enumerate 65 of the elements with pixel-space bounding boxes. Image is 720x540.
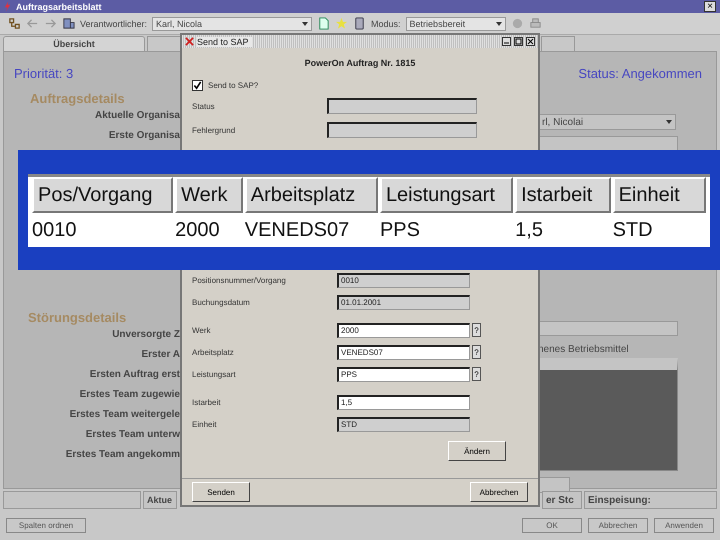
field-label: Erste Organisa [108, 129, 180, 143]
tab[interactable]: Übersicht [3, 36, 145, 51]
field-label: Istarbeit [192, 398, 222, 406]
field-label: Leistungsart [192, 370, 237, 378]
organisation-dropdown[interactable]: rl, Nicolai [538, 114, 676, 130]
status-text: Status: Angekommen [578, 66, 702, 81]
section-heading: Auftragsdetails [30, 91, 125, 106]
mode-dropdown[interactable]: Betriebsbereit [406, 16, 506, 30]
lookup-button[interactable]: ? [472, 367, 481, 381]
cancel-button[interactable]: Abbrechen [470, 482, 528, 502]
field-label: Buchungsdatum [192, 298, 251, 306]
field-label: Positionsnummer/Vorgang [192, 276, 287, 284]
table-cell-text: STD [612, 218, 654, 242]
input-field[interactable]: STD [337, 416, 470, 432]
send-button[interactable]: Senden [192, 482, 250, 502]
table-cell-text: 2000 [175, 218, 221, 242]
input-field[interactable]: 0010 [337, 272, 470, 288]
dialog-heading: PowerOn Auftrag Nr. 1815 [304, 58, 416, 68]
status-text: Aktue [143, 491, 177, 509]
table-cell-text: VENEDS07 [244, 218, 350, 242]
priority-text: Priorität: 3 [14, 66, 74, 81]
input-field[interactable]: 01.01.2001 [337, 294, 470, 310]
column-header[interactable]: Istarbeit [515, 177, 611, 213]
table-cell-text: PPS [380, 218, 421, 242]
status-text: er Stc [542, 491, 582, 509]
field-label: Aktuelle Organisa [94, 109, 180, 123]
dialog-title: Send to SAP [197, 36, 252, 46]
column-header[interactable]: Arbeitsplatz [244, 177, 378, 213]
lookup-button[interactable]: ? [472, 345, 481, 359]
input-field[interactable]: 2000 [337, 322, 470, 338]
close-button[interactable]: × [704, 1, 716, 12]
column-header[interactable]: Werk [175, 177, 243, 213]
field-label: Arbeitsplatz [192, 348, 235, 356]
column-header[interactable]: Pos/Vorgang [32, 177, 174, 213]
change-button[interactable]: Ändern [448, 441, 506, 461]
field-label: Status [192, 102, 216, 110]
field-label: Ersten Auftrag erst [90, 368, 180, 382]
field-label: Fehlergrund [192, 126, 236, 134]
field-label: Erstes Team weitergele [70, 408, 180, 422]
table-cell-text: 1,5 [515, 218, 544, 242]
field-label: Einheit [192, 420, 218, 428]
checkbox-label: Send to SAP? [208, 81, 258, 90]
window-title: Auftragsarbeitsblatt [16, 2, 102, 12]
dialog-button[interactable]: OK [522, 518, 582, 532]
field-label: Erstes Team unterw [86, 428, 180, 442]
field-label: Werk [192, 326, 212, 334]
field-label: Erster A [141, 348, 180, 362]
dialog-button[interactable]: Abbrechen [588, 518, 648, 532]
field-label: Erstes Team zugewie [80, 388, 180, 402]
lookup-button[interactable]: ? [472, 323, 481, 337]
status-text: Einspeisung: [584, 491, 717, 509]
field-label: Unversorgte Z [112, 328, 180, 342]
dialog-button[interactable]: Anwenden [654, 518, 714, 532]
field-label: Erstes Team angekomm [66, 448, 180, 462]
mode-label: Modus: [371, 18, 401, 28]
responsible-dropdown[interactable]: Karl, Nicola [152, 16, 312, 30]
input-field[interactable]: VENEDS07 [337, 344, 470, 360]
column-header[interactable]: Leistungsart [380, 177, 514, 213]
responsible-label: Verantwortlicher: [80, 18, 148, 28]
table-cell-text: 0010 [32, 218, 78, 242]
columns-button[interactable]: Spalten ordnen [6, 518, 86, 532]
section-heading: Störungsdetails [28, 310, 126, 325]
input-field[interactable]: PPS [337, 366, 470, 382]
column-header[interactable]: Einheit [612, 177, 706, 213]
input-field[interactable]: 1,5 [337, 394, 470, 410]
